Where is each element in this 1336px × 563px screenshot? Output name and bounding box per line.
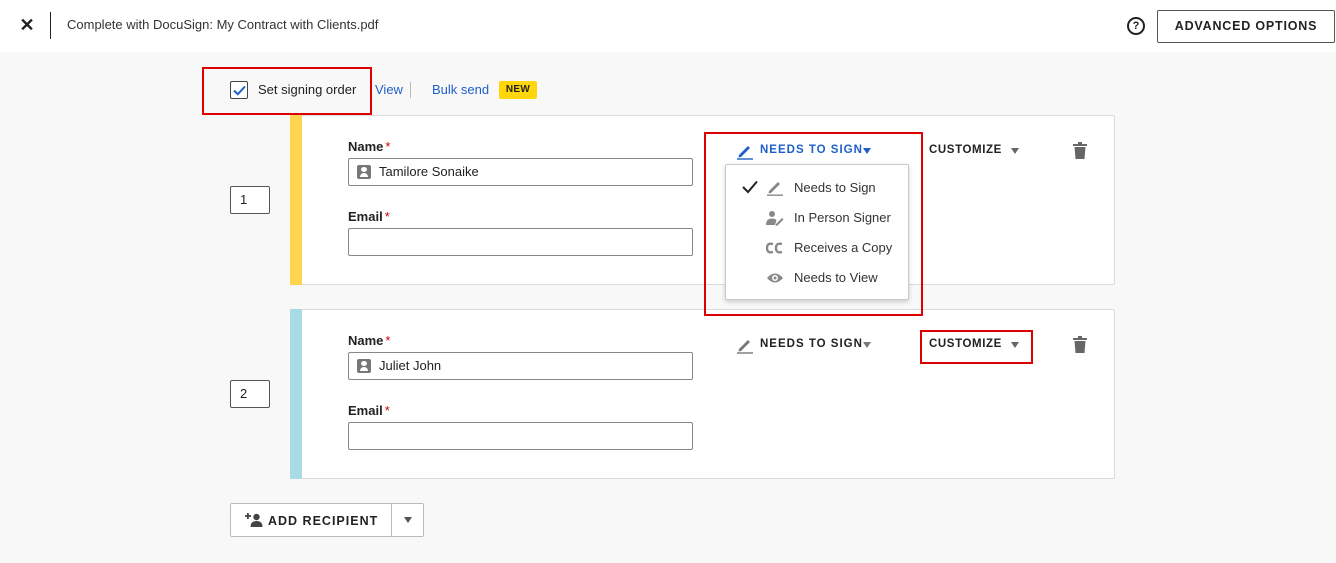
cc-icon <box>766 242 783 254</box>
contact-card-icon[interactable] <box>357 165 371 179</box>
signing-order-label: Set signing order <box>258 82 357 97</box>
name-value: Tamilore Sonaike <box>379 164 479 179</box>
chevron-down-icon <box>863 148 871 154</box>
new-badge: NEW <box>499 81 537 99</box>
chevron-down-icon <box>1011 342 1019 348</box>
name-label: Name * <box>348 139 391 154</box>
checkmark-icon <box>233 85 246 96</box>
menu-item-label: Receives a Copy <box>794 240 893 255</box>
add-recipient-group: ADD RECIPIENT <box>230 503 424 537</box>
customize-label: CUSTOMIZE <box>929 144 1002 156</box>
menu-item-needs-to-sign[interactable]: Needs to Sign <box>726 172 908 202</box>
top-bar: ✕ Complete with DocuSign: My Contract wi… <box>0 0 1336 52</box>
help-icon[interactable]: ? <box>1127 17 1145 35</box>
menu-item-label: Needs to Sign <box>794 180 876 195</box>
recipient-color-stripe <box>290 115 302 285</box>
role-dropdown-button[interactable]: NEEDS TO SIGN <box>736 142 881 160</box>
header-divider <box>50 12 51 39</box>
name-label: Name * <box>348 333 391 348</box>
contact-card-icon[interactable] <box>357 359 371 373</box>
trash-icon[interactable] <box>1073 336 1087 353</box>
menu-item-in-person-signer[interactable]: In Person Signer <box>726 202 908 232</box>
view-link[interactable]: View <box>375 82 403 97</box>
recipient-card: Name * Tamilore Sonaike Email * NEEDS TO S… <box>290 115 1115 285</box>
email-field[interactable] <box>348 228 693 256</box>
menu-item-label: Needs to View <box>794 270 878 285</box>
add-person-icon <box>245 513 263 527</box>
pen-icon <box>737 146 753 160</box>
name-field[interactable]: Tamilore Sonaike <box>348 158 693 186</box>
signing-order-checkbox[interactable] <box>230 81 248 99</box>
pen-icon <box>767 182 783 196</box>
chevron-down-icon <box>863 342 871 348</box>
person-sign-icon <box>766 211 784 226</box>
add-recipient-label: ADD RECIPIENT <box>268 514 379 528</box>
chevron-down-icon <box>1011 148 1019 154</box>
role-dropdown-menu: Needs to Sign In Person Signer Receives … <box>725 164 909 300</box>
recipient-color-stripe <box>290 309 302 479</box>
close-icon[interactable]: ✕ <box>17 15 37 35</box>
menu-item-label: In Person Signer <box>794 210 891 225</box>
customize-button[interactable]: CUSTOMIZE <box>929 142 1021 160</box>
name-field[interactable]: Juliet John <box>348 352 693 380</box>
role-label: NEEDS TO SIGN <box>760 338 863 350</box>
menu-item-needs-to-view[interactable]: Needs to View <box>726 262 908 292</box>
bulk-send-link[interactable]: Bulk send <box>432 82 489 97</box>
recipient-order-input[interactable]: 2 <box>230 380 270 408</box>
customize-button[interactable]: CUSTOMIZE <box>929 336 1021 354</box>
email-field[interactable] <box>348 422 693 450</box>
email-label: Email * <box>348 209 390 224</box>
pen-icon <box>737 340 753 354</box>
link-divider <box>410 82 411 98</box>
add-recipient-options-button[interactable] <box>392 504 424 536</box>
check-icon <box>742 180 758 194</box>
advanced-options-button[interactable]: ADVANCED OPTIONS <box>1157 10 1335 43</box>
name-value: Juliet John <box>379 358 442 373</box>
menu-item-receives-a-copy[interactable]: Receives a Copy <box>726 232 908 262</box>
eye-icon <box>767 273 783 283</box>
customize-label: CUSTOMIZE <box>929 338 1002 350</box>
chevron-down-icon <box>404 517 412 523</box>
recipient-card: Name * Juliet John Email * NEEDS TO SIGN C… <box>290 309 1115 479</box>
role-label: NEEDS TO SIGN <box>760 144 863 156</box>
trash-icon[interactable] <box>1073 142 1087 159</box>
recipient-order-input[interactable]: 1 <box>230 186 270 214</box>
role-dropdown-button[interactable]: NEEDS TO SIGN <box>736 336 881 354</box>
document-title: Complete with DocuSign: My Contract with… <box>67 17 379 32</box>
email-label: Email * <box>348 403 390 418</box>
add-recipient-button[interactable]: ADD RECIPIENT <box>231 504 391 536</box>
